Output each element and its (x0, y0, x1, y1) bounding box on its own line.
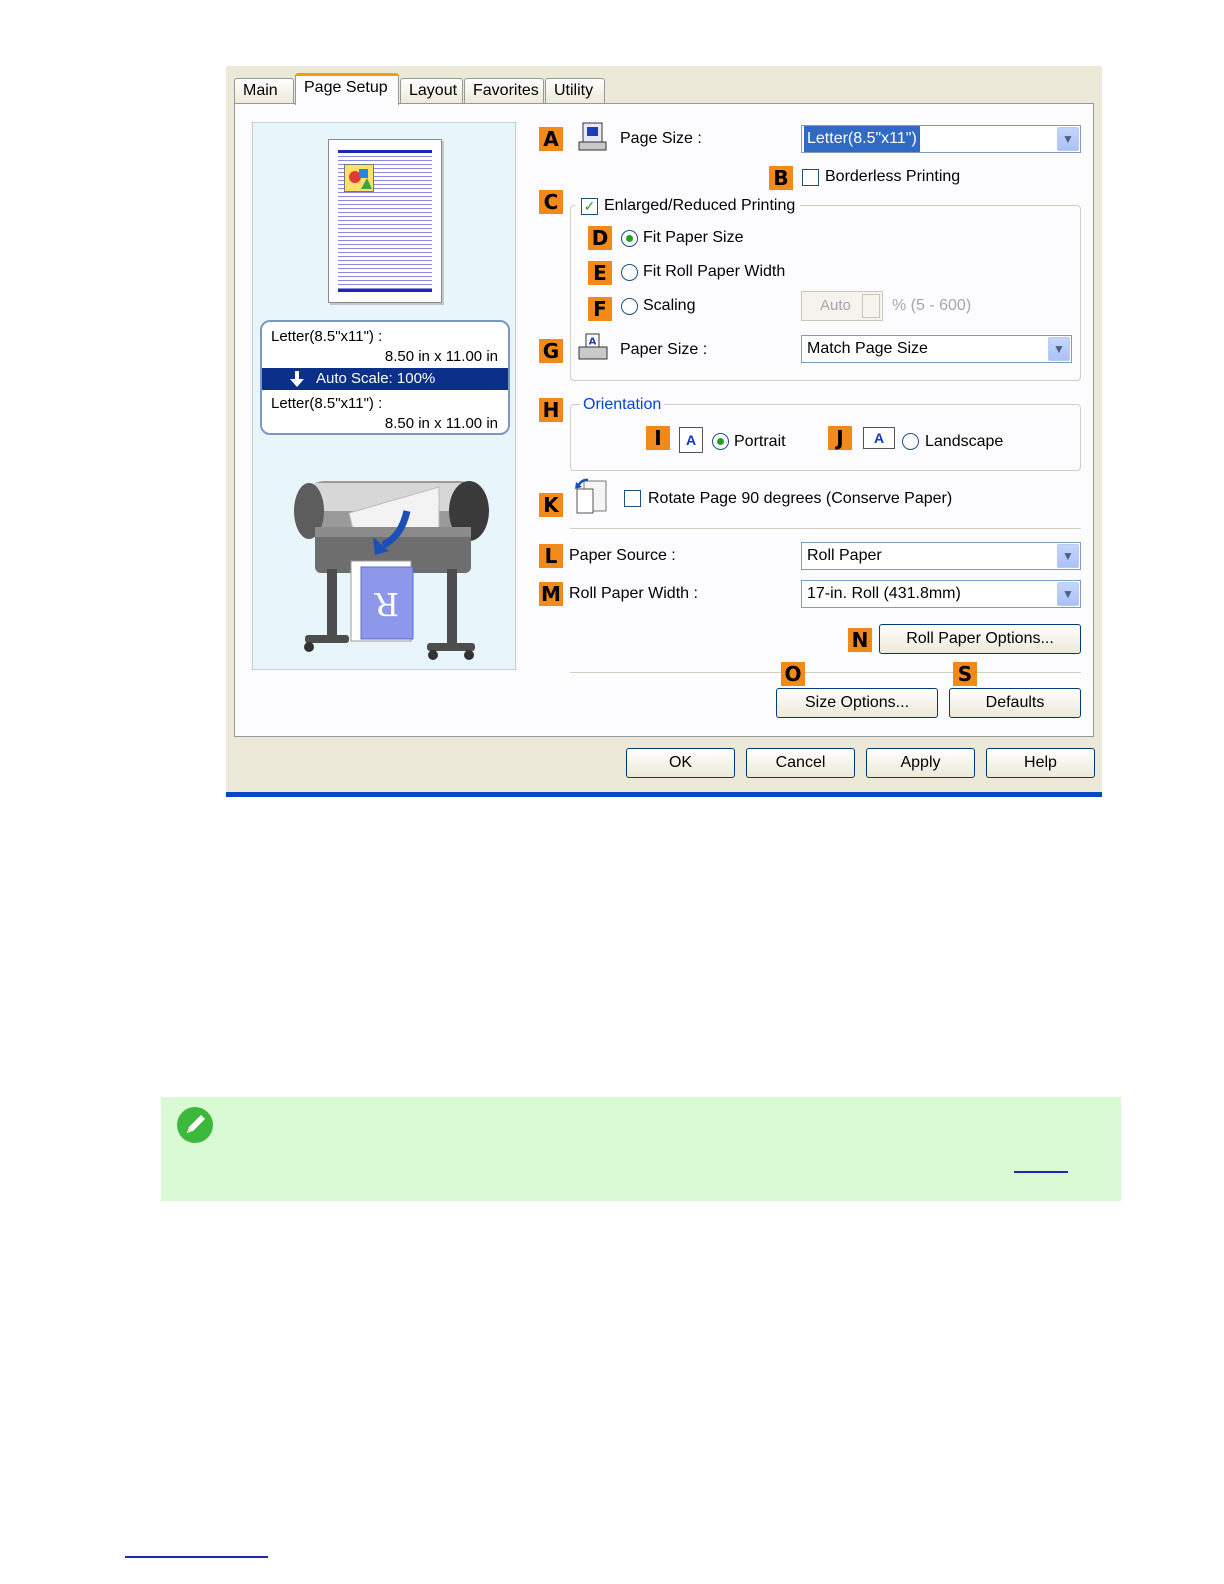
paper-source-value: Roll Paper (807, 547, 882, 564)
help-button[interactable]: Help (986, 748, 1095, 778)
badge-i: I (646, 426, 670, 450)
scaling-spinbox: Auto (801, 291, 883, 321)
input-dimensions: 8.50 in x 11.00 in (384, 348, 498, 365)
page-size-value: Letter(8.5"x11") (804, 126, 920, 152)
tab-main[interactable]: Main (234, 78, 294, 104)
landscape-radio[interactable] (902, 433, 919, 450)
borderless-checkbox[interactable] (802, 169, 819, 186)
badge-f: F (588, 297, 612, 321)
portrait-radio[interactable] (712, 433, 729, 450)
portrait-label[interactable]: Portrait (734, 432, 786, 452)
badge-m: M (539, 582, 563, 606)
rotate-page-checkbox[interactable] (624, 490, 641, 507)
ok-button[interactable]: OK (626, 748, 735, 778)
fit-roll-width-label[interactable]: Fit Roll Paper Width (643, 262, 785, 282)
rotate-page-icon (575, 478, 607, 514)
tab-page-setup[interactable]: Page Setup (295, 73, 399, 105)
landscape-label[interactable]: Landscape (925, 432, 1003, 452)
paper-source-label: Paper Source : (569, 547, 676, 564)
auto-scale-bar: Auto Scale: 100% (262, 368, 508, 390)
badge-c: C (539, 190, 563, 214)
divider (570, 528, 1081, 530)
borderless-label[interactable]: Borderless Printing (825, 167, 960, 187)
footer-link[interactable] (125, 1556, 268, 1558)
tab-layout[interactable]: Layout (400, 78, 463, 104)
output-dimensions: 8.50 in x 11.00 in (384, 415, 498, 432)
fit-paper-size-label[interactable]: Fit Paper Size (643, 228, 743, 248)
paper-size-label: Paper Size : (620, 341, 708, 358)
badge-o: O (781, 662, 805, 686)
badge-g: G (539, 339, 563, 363)
scaling-label[interactable]: Scaling (643, 296, 695, 316)
page-graphic-icon (344, 164, 374, 192)
output-size-label: Letter(8.5"x11") : (271, 395, 383, 412)
scaling-range: % (5 - 600) (892, 297, 972, 314)
arrow-down-icon (290, 371, 304, 387)
page-setup-panel: Letter(8.5"x11") : 8.50 in x 11.00 in Au… (234, 103, 1094, 737)
fit-paper-size-radio[interactable] (621, 230, 638, 247)
enlarged-reduced-label[interactable]: Enlarged/Reduced Printing (604, 196, 795, 216)
note-pencil-icon (177, 1107, 213, 1143)
note-link[interactable] (1014, 1171, 1068, 1173)
fit-roll-width-radio[interactable] (621, 264, 638, 281)
enlarged-reduced-checkbox[interactable]: ✓ (581, 198, 598, 215)
badge-b: B (769, 166, 793, 190)
paper-source-select[interactable]: Roll Paper ▼ (801, 542, 1081, 570)
paper-size-value: Match Page Size (807, 340, 928, 357)
rotate-page-label[interactable]: Rotate Page 90 degrees (Conserve Paper) (648, 489, 952, 509)
badge-e: E (588, 261, 612, 285)
badge-s: S (953, 662, 977, 686)
spin-arrows-icon (862, 294, 880, 318)
chevron-down-icon: ▼ (1057, 127, 1079, 151)
page-size-icon (578, 122, 607, 151)
chevron-down-icon: ▼ (1057, 544, 1079, 568)
roll-paper-width-value: 17-in. Roll (431.8mm) (807, 585, 961, 602)
preview-area: Letter(8.5"x11") : 8.50 in x 11.00 in Au… (252, 122, 516, 670)
landscape-icon: A (863, 427, 895, 449)
roll-paper-width-select[interactable]: 17-in. Roll (431.8mm) ▼ (801, 580, 1081, 608)
paper-size-printer-icon: A (578, 333, 608, 360)
size-options-button[interactable]: Size Options... (776, 688, 938, 718)
large-format-printer-illustration: R (294, 481, 489, 660)
auto-scale-text: Auto Scale: 100% (316, 370, 436, 387)
portrait-icon: A (679, 427, 703, 453)
tab-utility[interactable]: Utility (545, 78, 605, 104)
divider (570, 672, 1081, 674)
roll-paper-options-button[interactable]: Roll Paper Options... (879, 624, 1081, 654)
input-size-label: Letter(8.5"x11") : (271, 328, 383, 345)
badge-l: L (539, 544, 563, 568)
badge-n: N (848, 628, 872, 652)
roll-paper-width-label: Roll Paper Width : (569, 585, 698, 602)
badge-a: A (539, 127, 563, 151)
chevron-down-icon: ▼ (1048, 337, 1070, 361)
orientation-title: Orientation (580, 395, 665, 415)
tab-favorites[interactable]: Favorites (464, 78, 544, 104)
svg-text:A: A (589, 337, 597, 348)
scaling-radio[interactable] (621, 298, 638, 315)
svg-text:R: R (374, 585, 399, 623)
scale-info-box: Letter(8.5"x11") : 8.50 in x 11.00 in Au… (260, 320, 510, 435)
page-size-select[interactable]: Letter(8.5"x11") ▼ (801, 125, 1081, 153)
badge-d: D (588, 226, 612, 250)
note-box (161, 1097, 1121, 1201)
cancel-button[interactable]: Cancel (746, 748, 855, 778)
page-size-label: Page Size : (620, 130, 702, 147)
chevron-down-icon: ▼ (1057, 582, 1079, 606)
scaling-value: Auto (820, 297, 851, 314)
printer-properties-dialog: Main Page Setup Layout Favorites Utility… (226, 66, 1102, 797)
badge-j: J (828, 426, 852, 450)
badge-k: K (539, 493, 563, 517)
paper-size-select[interactable]: Match Page Size ▼ (801, 335, 1072, 363)
page-preview-thumbnail (328, 139, 442, 303)
badge-h: H (539, 398, 563, 422)
defaults-button[interactable]: Defaults (949, 688, 1081, 718)
apply-button[interactable]: Apply (866, 748, 975, 778)
